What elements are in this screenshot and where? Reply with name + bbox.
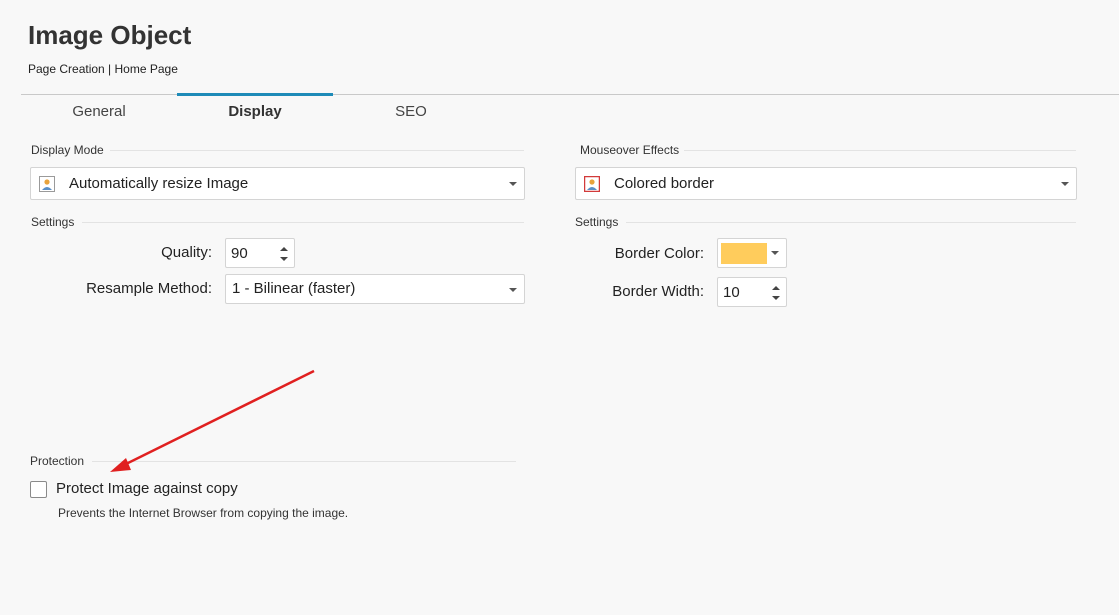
border-width-stepper[interactable] [717, 277, 787, 307]
mouseover-effects-value: Colored border [614, 175, 715, 192]
divider [92, 461, 516, 462]
border-color-picker[interactable] [717, 238, 787, 268]
resample-method-value: 1 - Bilinear (faster) [232, 280, 356, 297]
breadcrumb: Page Creation | Home Page [28, 62, 178, 76]
divider [626, 222, 1076, 223]
protect-image-label[interactable]: Protect Image against copy [56, 480, 238, 497]
chevron-down-icon [509, 182, 517, 186]
mouseover-section-label: Mouseover Effects [580, 143, 680, 157]
border-width-label: Border Width: [612, 283, 704, 300]
tab-bar: General Display SEO [21, 93, 1119, 129]
settings-section-label: Settings [31, 215, 75, 229]
divider [684, 150, 1076, 151]
tab-display[interactable]: Display [177, 93, 333, 129]
display-mode-select[interactable]: Automatically resize Image [30, 167, 525, 200]
protection-section-label: Protection [30, 454, 85, 468]
settings-section-label: Settings [575, 215, 619, 229]
resample-method-select[interactable]: 1 - Bilinear (faster) [225, 274, 525, 304]
tab-general[interactable]: General [21, 95, 177, 129]
quality-label: Quality: [161, 244, 212, 261]
divider [110, 150, 524, 151]
page-title: Image Object [28, 20, 192, 50]
mouseover-effects-select[interactable]: Colored border [575, 167, 1077, 200]
protect-image-description: Prevents the Internet Browser from copyi… [58, 506, 349, 520]
quality-input[interactable] [226, 239, 276, 267]
protect-image-checkbox[interactable] [30, 481, 47, 498]
display-mode-section-label: Display Mode [31, 143, 104, 157]
chevron-down-icon [509, 288, 517, 292]
tab-seo[interactable]: SEO [333, 95, 489, 129]
divider [82, 222, 524, 223]
quality-stepper[interactable] [225, 238, 295, 268]
image-icon [39, 176, 55, 192]
border-color-label: Border Color: [614, 245, 704, 262]
image-border-icon [583, 175, 601, 193]
border-width-input[interactable] [718, 278, 768, 306]
decrement-icon[interactable] [772, 296, 780, 300]
annotation-arrow-icon [110, 369, 315, 472]
resample-method-label: Resample Method: [86, 280, 212, 297]
chevron-down-icon [1061, 182, 1069, 186]
increment-icon[interactable] [280, 247, 288, 251]
chevron-down-icon [771, 251, 779, 255]
increment-icon[interactable] [772, 286, 780, 290]
color-swatch [721, 243, 767, 264]
decrement-icon[interactable] [280, 257, 288, 261]
display-mode-value: Automatically resize Image [69, 175, 249, 192]
